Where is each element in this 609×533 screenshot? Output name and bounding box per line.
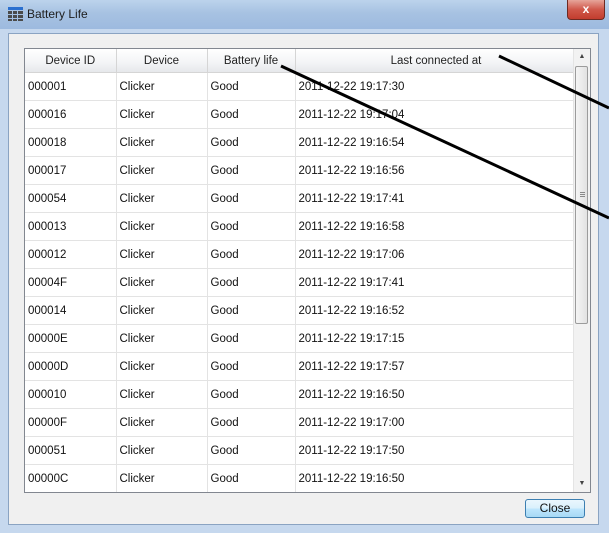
annotation-arrows (280, 54, 609, 220)
battery-life-window: Battery Life x Device ID Device Battery … (0, 0, 609, 533)
annotation-line-1 (498, 54, 609, 110)
annotation-line-2 (280, 64, 609, 220)
